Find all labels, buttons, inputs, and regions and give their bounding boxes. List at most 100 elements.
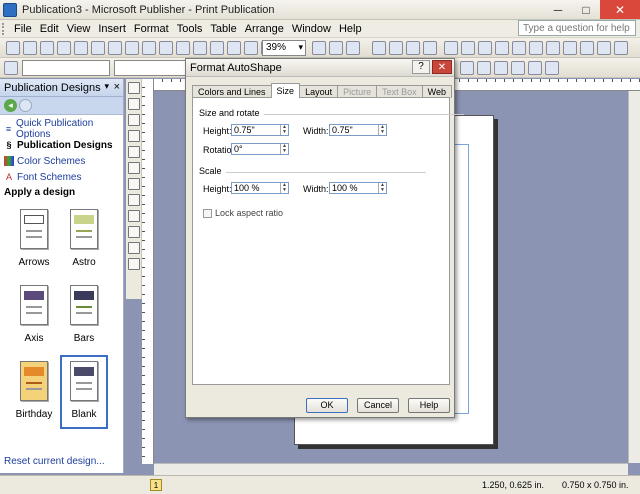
chevron-down-icon[interactable]: ▾ xyxy=(104,81,109,92)
format-painter-icon[interactable] xyxy=(176,41,190,55)
rotation-input[interactable]: 0° ▲ ▼ xyxy=(231,143,289,155)
open-icon[interactable] xyxy=(23,41,37,55)
new-icon[interactable] xyxy=(6,41,20,55)
font-color-icon[interactable] xyxy=(460,61,474,75)
menu-file[interactable]: File xyxy=(10,23,36,35)
styles-icon[interactable] xyxy=(4,61,18,75)
spelling-icon[interactable] xyxy=(91,41,105,55)
menu-insert[interactable]: Insert xyxy=(94,23,130,35)
checkbox-box[interactable] xyxy=(203,208,212,218)
table-icon[interactable] xyxy=(128,114,140,126)
menu-tools[interactable]: Tools xyxy=(173,23,207,35)
3d-style-icon[interactable] xyxy=(545,61,559,75)
brightness-icon[interactable] xyxy=(495,41,509,55)
flip-icon[interactable] xyxy=(406,41,420,55)
lock-aspect-ratio-checkbox[interactable]: Lock aspect ratio xyxy=(203,208,283,218)
text-wrap-icon[interactable] xyxy=(546,41,560,55)
format-picture-icon[interactable] xyxy=(563,41,577,55)
design-arrows[interactable]: Arrows xyxy=(14,207,54,275)
cancel-button[interactable]: Cancel xyxy=(357,398,399,413)
oval-icon[interactable] xyxy=(128,194,140,206)
minimize-button[interactable]: ─ xyxy=(544,0,572,19)
menu-help[interactable]: Help xyxy=(335,23,366,35)
page-navigation-badge[interactable]: 1 xyxy=(150,479,162,491)
vertical-ruler[interactable] xyxy=(142,79,154,464)
arrow-icon[interactable] xyxy=(128,178,140,190)
redo-icon[interactable] xyxy=(210,41,224,55)
design-birthday[interactable]: Birthday xyxy=(14,359,54,427)
menu-table[interactable]: Table xyxy=(206,23,240,35)
width-input[interactable]: 0.75" ▲ ▼ xyxy=(329,124,387,136)
copy-icon[interactable] xyxy=(142,41,156,55)
close-window-button[interactable]: ✕ xyxy=(600,0,640,19)
design-bars[interactable]: Bars xyxy=(64,283,104,351)
design-blank[interactable]: Blank xyxy=(60,355,108,429)
rotation-spinner[interactable]: ▲ ▼ xyxy=(280,144,288,154)
line-style-icon[interactable] xyxy=(529,41,543,55)
zoom-select[interactable]: 39% xyxy=(262,40,306,56)
zoom-in-icon[interactable] xyxy=(329,41,343,55)
crop-icon[interactable] xyxy=(512,41,526,55)
menu-edit[interactable]: Edit xyxy=(36,23,63,35)
maximize-button[interactable]: □ xyxy=(572,0,600,19)
scale-width-spinner[interactable]: ▲ ▼ xyxy=(378,183,386,193)
hot-spot-icon[interactable] xyxy=(128,242,140,254)
line-icon[interactable] xyxy=(128,162,140,174)
color-icon[interactable] xyxy=(461,41,475,55)
bring-forward-icon[interactable] xyxy=(227,41,241,55)
tab-size[interactable]: Size xyxy=(270,83,301,98)
menu-arrange[interactable]: Arrange xyxy=(241,23,288,35)
dialog-help-icon[interactable]: ? xyxy=(412,60,430,74)
print-preview-icon[interactable] xyxy=(74,41,88,55)
send-backward-icon[interactable] xyxy=(244,41,258,55)
dash-style-icon[interactable] xyxy=(614,41,628,55)
zoom-out-icon[interactable] xyxy=(312,41,326,55)
save-icon[interactable] xyxy=(40,41,54,55)
set-transparent-icon[interactable] xyxy=(580,41,594,55)
help-question-input[interactable]: Type a question for help xyxy=(518,20,636,36)
design-astro[interactable]: Astro xyxy=(64,207,104,275)
contrast-icon[interactable] xyxy=(478,41,492,55)
menu-window[interactable]: Window xyxy=(288,23,335,35)
rotate-icon[interactable] xyxy=(389,41,403,55)
publication-designs-link[interactable]: § Publication Designs xyxy=(0,137,123,153)
menu-grip[interactable] xyxy=(2,23,5,35)
autoshapes-icon[interactable] xyxy=(128,226,140,238)
group-icon[interactable] xyxy=(423,41,437,55)
ok-button[interactable]: OK xyxy=(306,398,348,413)
height-input[interactable]: 0.75" ▲ ▼ xyxy=(231,124,289,136)
rectangle-icon[interactable] xyxy=(128,210,140,222)
design-gallery-icon[interactable] xyxy=(128,258,140,270)
print-icon[interactable] xyxy=(57,41,71,55)
quick-publication-options-link[interactable]: ≡ Quick Publication Options xyxy=(0,118,123,140)
dialog-close-icon[interactable]: ✕ xyxy=(432,60,452,74)
help-button[interactable]: Help xyxy=(408,398,450,413)
align-icon[interactable] xyxy=(372,41,386,55)
text-box-icon[interactable] xyxy=(128,98,140,110)
help-icon[interactable] xyxy=(346,41,360,55)
style-select[interactable] xyxy=(22,60,110,76)
height-spinner[interactable]: ▲ ▼ xyxy=(280,125,288,135)
undo-icon[interactable] xyxy=(193,41,207,55)
cut-icon[interactable] xyxy=(125,41,139,55)
arrow-style-icon[interactable] xyxy=(511,61,525,75)
scale-height-spinner[interactable]: ▲ ▼ xyxy=(280,183,288,193)
design-axis[interactable]: Axis xyxy=(14,283,54,351)
scale-height-input[interactable]: 100 % ▲ ▼ xyxy=(231,182,289,194)
menu-format[interactable]: Format xyxy=(130,23,173,35)
shadow-style-icon[interactable] xyxy=(528,61,542,75)
picture-frame-icon[interactable] xyxy=(128,146,140,158)
close-icon[interactable]: × xyxy=(114,81,120,93)
width-spinner[interactable]: ▲ ▼ xyxy=(378,125,386,135)
back-arrow-icon[interactable]: ◂ xyxy=(4,99,17,112)
forward-arrow-icon[interactable] xyxy=(19,99,32,112)
vertical-scrollbar[interactable] xyxy=(628,91,640,463)
paste-icon[interactable] xyxy=(159,41,173,55)
dash-style-icon[interactable] xyxy=(494,61,508,75)
insert-picture-icon[interactable] xyxy=(444,41,458,55)
select-objects-icon[interactable] xyxy=(128,82,140,94)
menu-view[interactable]: View xyxy=(63,23,95,35)
line-style-icon[interactable] xyxy=(477,61,491,75)
horizontal-scrollbar[interactable] xyxy=(154,463,628,475)
reset-picture-icon[interactable] xyxy=(597,41,611,55)
